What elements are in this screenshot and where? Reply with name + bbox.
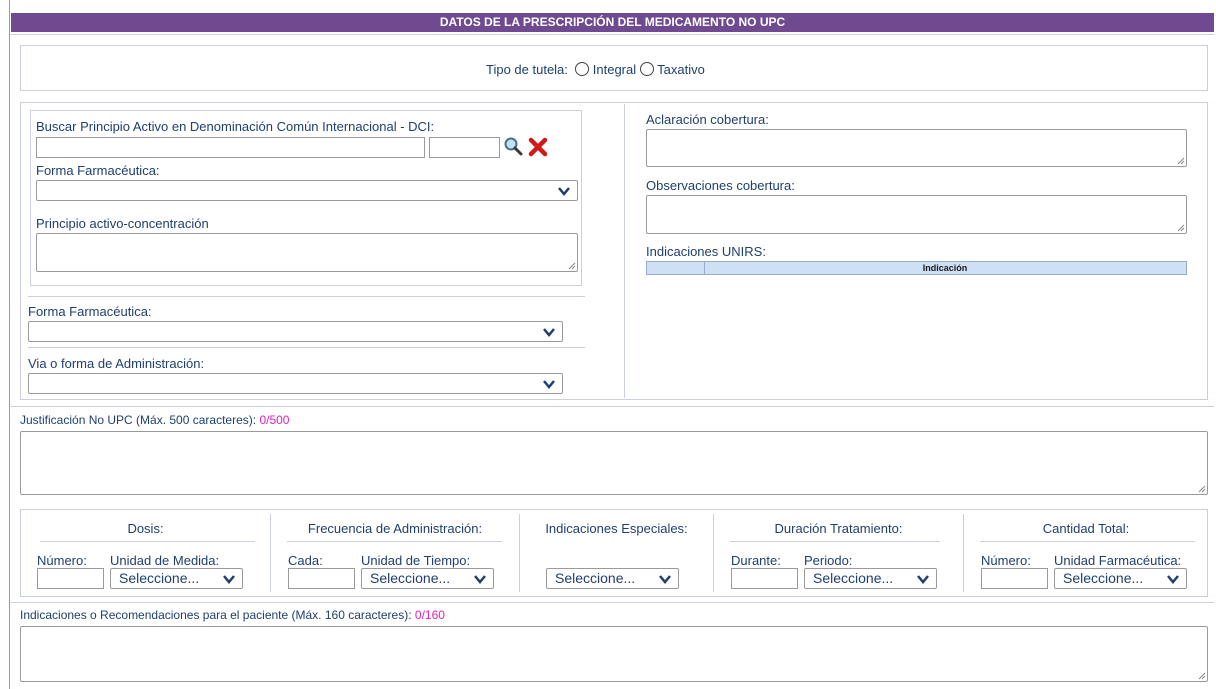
column-divider: [624, 104, 625, 398]
divider: [40, 541, 255, 542]
cantidad-unidad-select[interactable]: Seleccione...: [1054, 568, 1187, 589]
observaciones-textarea[interactable]: [646, 195, 1187, 234]
unirs-column-header: Indicación: [922, 263, 968, 273]
dosis-unidad-label: Unidad de Medida:: [110, 553, 220, 568]
taxativo-label: Taxativo: [657, 62, 705, 77]
chevron-down-icon: [474, 575, 486, 584]
forma-farmaceutica-inner-label: Forma Farmacéutica:: [36, 163, 160, 178]
chevron-down-icon: [223, 575, 235, 584]
aclaracion-textarea[interactable]: [646, 129, 1187, 167]
divider: [11, 406, 1214, 407]
cantidad-numero-label: Número:: [981, 553, 1031, 568]
integral-radio[interactable]: [575, 62, 590, 76]
dosis-numero-label: Número:: [37, 553, 87, 568]
dosis-numero-input[interactable]: [37, 568, 104, 589]
resize-grip-icon: [1198, 485, 1206, 493]
observaciones-label: Observaciones cobertura:: [646, 178, 795, 193]
frecuencia-cada-input[interactable]: [288, 568, 355, 589]
forma-farmaceutica-label: Forma Farmacéutica:: [28, 304, 152, 319]
duracion-title: Duración Tratamiento:: [774, 521, 903, 536]
tutela-box: Tipo de tutela: Integral Taxativo: [20, 45, 1208, 91]
cantidad-unidad-label: Unidad Farmacéutica:: [1054, 553, 1182, 568]
divider: [980, 541, 1195, 542]
principio-label: Principio activo-concentración: [36, 216, 209, 231]
tutela-row: Tipo de tutela: Integral Taxativo: [486, 62, 705, 77]
duracion-periodo-label: Periodo:: [804, 553, 853, 568]
especiales-title: Indicaciones Especiales:: [545, 521, 688, 536]
duracion-periodo-select[interactable]: Seleccione...: [804, 568, 937, 589]
paciente-textarea[interactable]: [20, 626, 1208, 682]
divider: [730, 541, 940, 542]
frecuencia-unidad-label: Unidad de Tiempo:: [361, 553, 471, 568]
divider: [28, 347, 585, 348]
resize-grip-icon: [1177, 157, 1185, 165]
dosis-title: Dosis:: [127, 521, 164, 536]
unirs-label: Indicaciones UNIRS:: [646, 244, 766, 259]
aclaracion-label: Aclaración cobertura:: [646, 112, 769, 127]
chevron-down-icon: [543, 328, 555, 337]
taxativo-radio[interactable]: [639, 62, 654, 76]
chevron-down-icon: [1167, 575, 1179, 584]
principio-textarea[interactable]: [36, 233, 578, 272]
dci-label: Buscar Principio Activo en Denominación …: [36, 119, 435, 134]
resize-grip-icon: [1177, 224, 1185, 232]
justificacion-textarea[interactable]: [20, 431, 1208, 495]
chevron-down-icon: [543, 380, 555, 389]
resize-grip-icon: [1198, 672, 1206, 680]
paciente-label: Indicaciones o Recomendaciones para el p…: [20, 608, 412, 622]
frecuencia-cada-label: Cada:: [288, 553, 323, 568]
chevron-down-icon: [659, 575, 671, 584]
paciente-label-row: Indicaciones o Recomendaciones para el p…: [20, 608, 445, 622]
divider: [287, 541, 502, 542]
tutela-label: Tipo de tutela:: [486, 62, 568, 77]
frecuencia-title: Frecuencia de Administración:: [307, 521, 483, 536]
justificacion-label-row: Justificación No UPC (Máx. 500 caractere…: [20, 413, 289, 427]
chevron-down-icon: [558, 187, 570, 196]
via-label: Via o forma de Administración:: [28, 356, 205, 371]
section-title: DATOS DE LA PRESCRIPCIÓN DEL MEDICAMENTO…: [11, 13, 1214, 32]
dosis-unidad-select[interactable]: Seleccione...: [110, 568, 243, 589]
via-select[interactable]: [28, 373, 563, 394]
dci-code-input[interactable]: [429, 137, 500, 158]
forma-farmaceutica-inner-select[interactable]: [36, 180, 578, 201]
justificacion-counter: 0/500: [259, 413, 290, 427]
unirs-table-header: Indicación: [646, 261, 1187, 275]
duracion-durante-label: Durante:: [731, 553, 781, 568]
forma-farmaceutica-select[interactable]: [28, 321, 563, 342]
paciente-counter: 0/160: [414, 608, 445, 622]
cantidad-title: Cantidad Total:: [1042, 521, 1130, 536]
search-icon[interactable]: [503, 136, 523, 156]
especiales-select[interactable]: Seleccione...: [546, 568, 679, 589]
duracion-durante-input[interactable]: [731, 568, 798, 589]
delete-icon[interactable]: [528, 137, 548, 157]
divider: [28, 296, 585, 297]
integral-label: Integral: [592, 62, 637, 77]
frecuencia-unidad-select[interactable]: Seleccione...: [361, 568, 494, 589]
divider: [11, 34, 1214, 35]
cantidad-numero-input[interactable]: [981, 568, 1048, 589]
dci-search-input[interactable]: [36, 137, 425, 158]
resize-grip-icon: [568, 262, 576, 270]
divider: [11, 602, 1214, 603]
chevron-down-icon: [917, 575, 929, 584]
justificacion-label: Justificación No UPC (Máx. 500 caractere…: [20, 413, 257, 427]
